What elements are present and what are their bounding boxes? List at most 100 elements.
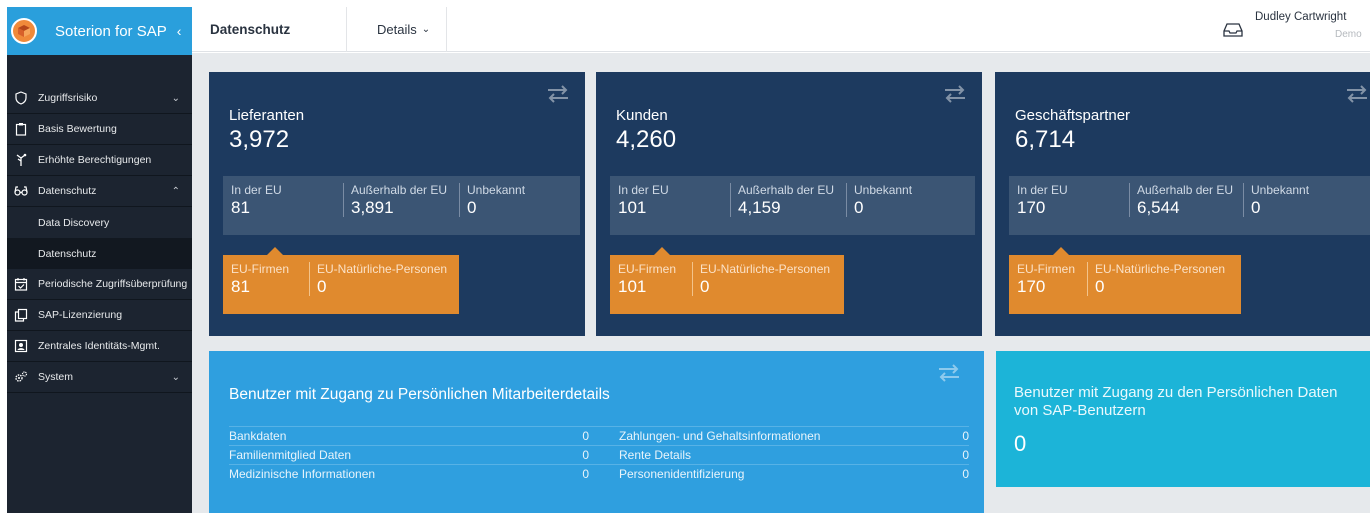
clipboard-icon [14,122,28,136]
sidebar-collapse-button[interactable]: ‹ [177,23,182,39]
detail-value: 0 [962,448,969,462]
sidebar-item-label: System [38,371,74,383]
eu-breakdown: EU-Firmen 170 EU-Natürliche-Personen 0 [1009,247,1241,314]
stat-label: In der EU [231,183,282,197]
sidebar-subitem-data-discovery[interactable]: Data Discovery [7,207,192,238]
sidebar-item-label: Periodische Zugriffsüberprüfung [38,278,188,290]
swap-arrows-icon[interactable] [545,84,571,104]
eu-firms-stat[interactable]: EU-Firmen 170 [1009,255,1087,314]
stat-value: 0 [1095,277,1105,296]
detail-zahlungen[interactable]: Zahlungen- und Gehaltsinformationen 0 [599,429,969,443]
unknown-stat[interactable]: Unbekannt 0 [459,176,559,235]
sidebar-item-sap-lizenzierung[interactable]: SAP-Lizenzierung [7,300,192,331]
employee-details-list: Bankdaten 0 Zahlungen- und Gehaltsinforma… [229,426,969,483]
eu-firms-stat[interactable]: EU-Firmen 81 [223,255,309,314]
detail-label: Rente Details [619,448,692,462]
stat-label: Unbekannt [467,183,526,197]
detail-label: Personenidentifizierung [619,467,745,481]
stat-card-kunden: Kunden 4,260 In der EU 101 Außerhalb der… [596,72,982,336]
sidebar-item-label: Basis Bewertung [38,123,117,135]
unknown-stat[interactable]: Unbekannt 0 [846,176,946,235]
sidebar-item-zugriffsrisiko[interactable]: Zugriffsrisiko ⌄ [7,83,192,114]
sidebar-item-zentrales-identitaets-mgmt[interactable]: Zentrales Identitäts-Mgmt. [7,331,192,362]
stat-value: 0 [854,198,864,217]
outside-eu-stat[interactable]: Außerhalb der EU 3,891 [343,176,459,235]
stat-card-geschaeftspartner: Geschäftspartner 6,714 In der EU 170 Auß… [995,72,1370,336]
outside-eu-stat[interactable]: Außerhalb der EU 6,544 [1129,176,1243,235]
swap-arrows-icon[interactable] [1344,84,1370,104]
eu-persons-stat[interactable]: EU-Natürliche-Personen 0 [309,255,459,314]
stat-value: 101 [618,198,647,217]
stat-label: EU-Natürliche-Personen [1095,262,1226,276]
eu-firms-stat[interactable]: EU-Firmen 101 [610,255,692,314]
list-item: Familienmitglied Daten 0 Rente Details 0 [229,445,969,464]
sidebar-item-basis-bewertung[interactable]: Basis Bewertung [7,114,192,145]
stat-label: EU-Firmen [618,262,677,276]
sidebar-item-erhoehte-berechtigungen[interactable]: Erhöhte Berechtigungen [7,145,192,176]
user-name[interactable]: Dudley Cartwright [1255,11,1346,23]
panel-title: Benutzer mit Zugang zu Persönlichen Mita… [229,386,610,403]
employee-details-panel: Benutzer mit Zugang zu Persönlichen Mita… [209,351,984,513]
stat-value: 6,544 [1137,198,1180,217]
brand-header: Soterion for SAP ‹ [7,7,192,55]
stat-label: In der EU [1017,183,1068,197]
copy-icon [14,308,28,322]
page-title: Datenschutz [192,7,347,52]
card-label: Kunden [616,107,668,124]
stat-label: EU-Firmen [1017,262,1076,276]
app-title: Soterion for SAP [55,22,167,40]
stat-label: EU-Natürliche-Personen [700,262,831,276]
detail-value: 0 [582,467,589,481]
sidebar-subitem-datenschutz[interactable]: Datenschutz [7,238,192,269]
sidebar-item-label: Zugriffsrisiko [38,92,98,104]
detail-label: Familienmitglied Daten [229,448,352,462]
chevron-down-icon: ⌄ [421,24,431,35]
swap-arrows-icon[interactable] [936,363,962,383]
region-breakdown: In der EU 81 Außerhalb der EU 3,891 Unbe… [223,176,580,235]
stat-label: Unbekannt [854,183,913,197]
sidebar-item-label: Erhöhte Berechtigungen [38,154,152,166]
top-bar: Datenschutz Details ⌄ Dudley Cartwright … [192,7,1370,52]
swap-arrows-icon[interactable] [942,84,968,104]
eu-breakdown: EU-Firmen 101 EU-Natürliche-Personen 0 [610,247,844,314]
sidebar: Soterion for SAP ‹ Zugriffsrisiko ⌄ Basi… [7,7,192,513]
sap-users-panel[interactable]: Benutzer mit Zugang zu den Persönlichen … [996,351,1370,487]
unknown-stat[interactable]: Unbekannt 0 [1243,176,1343,235]
stat-value: 4,159 [738,198,781,217]
id-card-icon [14,339,28,353]
card-total: 6,714 [1015,126,1076,153]
sidebar-item-datenschutz[interactable]: Datenschutz ⌃ [7,176,192,207]
chevron-down-icon: ⌄ [171,92,180,104]
details-dropdown[interactable]: Details ⌄ [347,7,447,52]
detail-medizinische[interactable]: Medizinische Informationen 0 [229,467,599,481]
card-total: 4,260 [616,126,677,153]
inbox-icon[interactable] [1222,21,1244,39]
tree-icon [14,153,28,167]
detail-familienmitglied[interactable]: Familienmitglied Daten 0 [229,448,599,462]
region-breakdown: In der EU 101 Außerhalb der EU 4,159 Unb… [610,176,975,235]
card-total: 3,972 [229,126,290,153]
stat-value: 170 [1017,277,1046,296]
stat-value: 0 [700,277,710,296]
sidebar-item-periodische-zugriffsueberpruefung[interactable]: Periodische Zugriffsüberprüfung [7,269,192,300]
detail-rente[interactable]: Rente Details 0 [599,448,969,462]
in-eu-stat[interactable]: In der EU 170 [1009,176,1129,235]
details-label: Details [377,22,417,37]
sidebar-item-label: Zentrales Identitäts-Mgmt. [38,340,160,352]
detail-bankdaten[interactable]: Bankdaten 0 [229,429,599,443]
stat-value: 101 [618,277,647,296]
card-label: Lieferanten [229,107,305,124]
panel-title: Benutzer mit Zugang zu den Persönlichen … [1014,384,1338,419]
user-role: Demo [1335,29,1362,40]
gears-icon [14,370,28,384]
in-eu-stat[interactable]: In der EU 81 [223,176,343,235]
outside-eu-stat[interactable]: Außerhalb der EU 4,159 [730,176,846,235]
soterion-logo [11,18,37,44]
in-eu-stat[interactable]: In der EU 101 [610,176,730,235]
stat-label: Unbekannt [1251,183,1310,197]
eu-persons-stat[interactable]: EU-Natürliche-Personen 0 [692,255,844,314]
stat-value: 3,891 [351,198,394,217]
detail-personenidentifizierung[interactable]: Personenidentifizierung 0 [599,467,969,481]
eu-persons-stat[interactable]: EU-Natürliche-Personen 0 [1087,255,1241,314]
sidebar-item-system[interactable]: System ⌄ [7,362,192,393]
